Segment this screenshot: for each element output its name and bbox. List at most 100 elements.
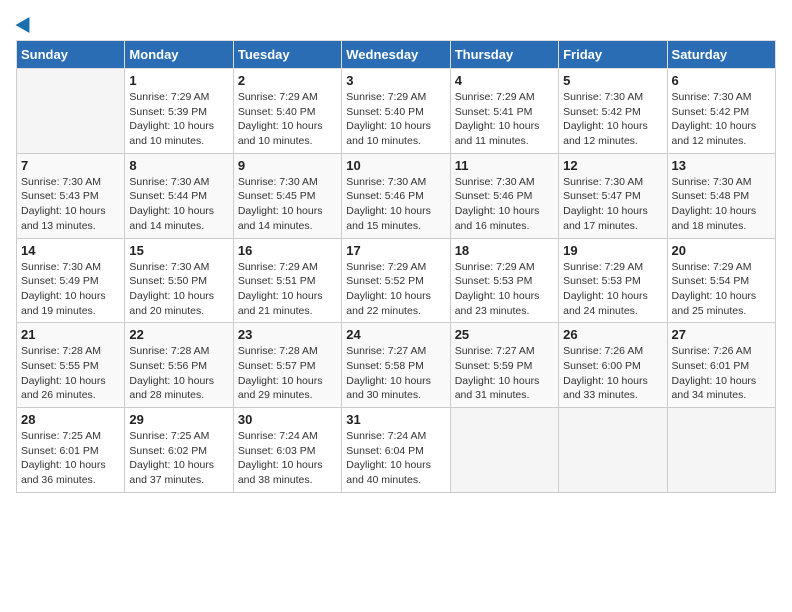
day-info: Sunrise: 7:30 AMSunset: 5:50 PMDaylight:… xyxy=(129,260,228,319)
day-info: Sunrise: 7:24 AMSunset: 6:04 PMDaylight:… xyxy=(346,429,445,488)
day-number: 8 xyxy=(129,158,228,173)
weekday-header: Saturday xyxy=(667,41,775,69)
calendar-cell: 31Sunrise: 7:24 AMSunset: 6:04 PMDayligh… xyxy=(342,408,450,493)
day-info: Sunrise: 7:30 AMSunset: 5:46 PMDaylight:… xyxy=(346,175,445,234)
day-number: 5 xyxy=(563,73,662,88)
day-number: 12 xyxy=(563,158,662,173)
calendar-cell: 1 Sunrise: 7:29 AMSunset: 5:39 PMDaylight… xyxy=(125,69,233,154)
calendar-cell: 30Sunrise: 7:24 AMSunset: 6:03 PMDayligh… xyxy=(233,408,341,493)
calendar-week-row: 28Sunrise: 7:25 AMSunset: 6:01 PMDayligh… xyxy=(17,408,776,493)
day-info: Sunrise: 7:29 AMSunset: 5:53 PMDaylight:… xyxy=(563,260,662,319)
calendar-cell xyxy=(17,69,125,154)
weekday-header: Friday xyxy=(559,41,667,69)
day-info: Sunrise: 7:29 AMSunset: 5:40 PMDaylight:… xyxy=(346,90,445,149)
calendar-cell: 24 Sunrise: 7:27 AMSunset: 5:58 PMDayligh… xyxy=(342,323,450,408)
calendar-cell: 10 Sunrise: 7:30 AMSunset: 5:46 PMDayligh… xyxy=(342,153,450,238)
day-info: Sunrise: 7:30 AMSunset: 5:42 PMDaylight:… xyxy=(563,90,662,149)
day-info: Sunrise: 7:26 AMSunset: 6:01 PMDaylight:… xyxy=(672,344,771,403)
day-info: Sunrise: 7:30 AMSunset: 5:43 PMDaylight:… xyxy=(21,175,120,234)
day-info: Sunrise: 7:29 AMSunset: 5:40 PMDaylight:… xyxy=(238,90,337,149)
calendar-cell: 3 Sunrise: 7:29 AMSunset: 5:40 PMDaylight… xyxy=(342,69,450,154)
day-number: 29 xyxy=(129,412,228,427)
day-number: 19 xyxy=(563,243,662,258)
day-number: 6 xyxy=(672,73,771,88)
logo-bird-icon xyxy=(16,13,37,33)
calendar-cell: 26Sunrise: 7:26 AMSunset: 6:00 PMDayligh… xyxy=(559,323,667,408)
weekday-header: Wednesday xyxy=(342,41,450,69)
logo xyxy=(16,16,34,30)
weekday-header: Sunday xyxy=(17,41,125,69)
calendar-cell: 13 Sunrise: 7:30 AMSunset: 5:48 PMDayligh… xyxy=(667,153,775,238)
calendar-cell: 4 Sunrise: 7:29 AMSunset: 5:41 PMDaylight… xyxy=(450,69,558,154)
calendar-cell: 27 Sunrise: 7:26 AMSunset: 6:01 PMDayligh… xyxy=(667,323,775,408)
page-header xyxy=(16,16,776,30)
calendar-week-row: 7 Sunrise: 7:30 AMSunset: 5:43 PMDaylight… xyxy=(17,153,776,238)
day-number: 23 xyxy=(238,327,337,342)
day-number: 22 xyxy=(129,327,228,342)
day-info: Sunrise: 7:24 AMSunset: 6:03 PMDaylight:… xyxy=(238,429,337,488)
day-info: Sunrise: 7:30 AMSunset: 5:45 PMDaylight:… xyxy=(238,175,337,234)
calendar-cell: 2 Sunrise: 7:29 AMSunset: 5:40 PMDaylight… xyxy=(233,69,341,154)
calendar-cell: 21 Sunrise: 7:28 AMSunset: 5:55 PMDayligh… xyxy=(17,323,125,408)
calendar-week-row: 21 Sunrise: 7:28 AMSunset: 5:55 PMDayligh… xyxy=(17,323,776,408)
day-number: 24 xyxy=(346,327,445,342)
calendar-cell: 11Sunrise: 7:30 AMSunset: 5:46 PMDayligh… xyxy=(450,153,558,238)
day-number: 13 xyxy=(672,158,771,173)
day-number: 25 xyxy=(455,327,554,342)
calendar-cell: 25 Sunrise: 7:27 AMSunset: 5:59 PMDayligh… xyxy=(450,323,558,408)
calendar-header-row: SundayMondayTuesdayWednesdayThursdayFrid… xyxy=(17,41,776,69)
day-info: Sunrise: 7:29 AMSunset: 5:39 PMDaylight:… xyxy=(129,90,228,149)
weekday-header: Thursday xyxy=(450,41,558,69)
calendar-cell xyxy=(667,408,775,493)
day-info: Sunrise: 7:28 AMSunset: 5:55 PMDaylight:… xyxy=(21,344,120,403)
day-number: 20 xyxy=(672,243,771,258)
day-info: Sunrise: 7:28 AMSunset: 5:57 PMDaylight:… xyxy=(238,344,337,403)
calendar-cell: 12 Sunrise: 7:30 AMSunset: 5:47 PMDayligh… xyxy=(559,153,667,238)
calendar-cell: 15 Sunrise: 7:30 AMSunset: 5:50 PMDayligh… xyxy=(125,238,233,323)
day-number: 1 xyxy=(129,73,228,88)
day-number: 3 xyxy=(346,73,445,88)
day-number: 17 xyxy=(346,243,445,258)
calendar-week-row: 14Sunrise: 7:30 AMSunset: 5:49 PMDayligh… xyxy=(17,238,776,323)
day-number: 10 xyxy=(346,158,445,173)
weekday-header: Monday xyxy=(125,41,233,69)
day-number: 28 xyxy=(21,412,120,427)
calendar-cell: 28Sunrise: 7:25 AMSunset: 6:01 PMDayligh… xyxy=(17,408,125,493)
day-info: Sunrise: 7:27 AMSunset: 5:59 PMDaylight:… xyxy=(455,344,554,403)
day-info: Sunrise: 7:28 AMSunset: 5:56 PMDaylight:… xyxy=(129,344,228,403)
day-number: 27 xyxy=(672,327,771,342)
calendar-cell: 17 Sunrise: 7:29 AMSunset: 5:52 PMDayligh… xyxy=(342,238,450,323)
day-info: Sunrise: 7:30 AMSunset: 5:47 PMDaylight:… xyxy=(563,175,662,234)
day-info: Sunrise: 7:25 AMSunset: 6:02 PMDaylight:… xyxy=(129,429,228,488)
calendar-cell: 23 Sunrise: 7:28 AMSunset: 5:57 PMDayligh… xyxy=(233,323,341,408)
day-info: Sunrise: 7:30 AMSunset: 5:48 PMDaylight:… xyxy=(672,175,771,234)
calendar-cell: 22 Sunrise: 7:28 AMSunset: 5:56 PMDayligh… xyxy=(125,323,233,408)
day-info: Sunrise: 7:29 AMSunset: 5:41 PMDaylight:… xyxy=(455,90,554,149)
calendar-cell: 29 Sunrise: 7:25 AMSunset: 6:02 PMDayligh… xyxy=(125,408,233,493)
day-number: 21 xyxy=(21,327,120,342)
day-info: Sunrise: 7:29 AMSunset: 5:51 PMDaylight:… xyxy=(238,260,337,319)
day-number: 26 xyxy=(563,327,662,342)
calendar-cell: 8 Sunrise: 7:30 AMSunset: 5:44 PMDaylight… xyxy=(125,153,233,238)
calendar-cell: 20Sunrise: 7:29 AMSunset: 5:54 PMDayligh… xyxy=(667,238,775,323)
day-number: 2 xyxy=(238,73,337,88)
day-info: Sunrise: 7:30 AMSunset: 5:44 PMDaylight:… xyxy=(129,175,228,234)
calendar-cell: 9 Sunrise: 7:30 AMSunset: 5:45 PMDaylight… xyxy=(233,153,341,238)
day-number: 16 xyxy=(238,243,337,258)
calendar-cell: 5 Sunrise: 7:30 AMSunset: 5:42 PMDaylight… xyxy=(559,69,667,154)
calendar-table: SundayMondayTuesdayWednesdayThursdayFrid… xyxy=(16,40,776,493)
day-number: 9 xyxy=(238,158,337,173)
calendar-cell: 18Sunrise: 7:29 AMSunset: 5:53 PMDayligh… xyxy=(450,238,558,323)
day-info: Sunrise: 7:27 AMSunset: 5:58 PMDaylight:… xyxy=(346,344,445,403)
day-number: 7 xyxy=(21,158,120,173)
day-number: 15 xyxy=(129,243,228,258)
day-info: Sunrise: 7:29 AMSunset: 5:52 PMDaylight:… xyxy=(346,260,445,319)
calendar-cell xyxy=(559,408,667,493)
calendar-cell: 14Sunrise: 7:30 AMSunset: 5:49 PMDayligh… xyxy=(17,238,125,323)
calendar-cell: 6Sunrise: 7:30 AMSunset: 5:42 PMDaylight… xyxy=(667,69,775,154)
calendar-cell xyxy=(450,408,558,493)
day-number: 14 xyxy=(21,243,120,258)
weekday-header: Tuesday xyxy=(233,41,341,69)
day-number: 11 xyxy=(455,158,554,173)
day-number: 4 xyxy=(455,73,554,88)
